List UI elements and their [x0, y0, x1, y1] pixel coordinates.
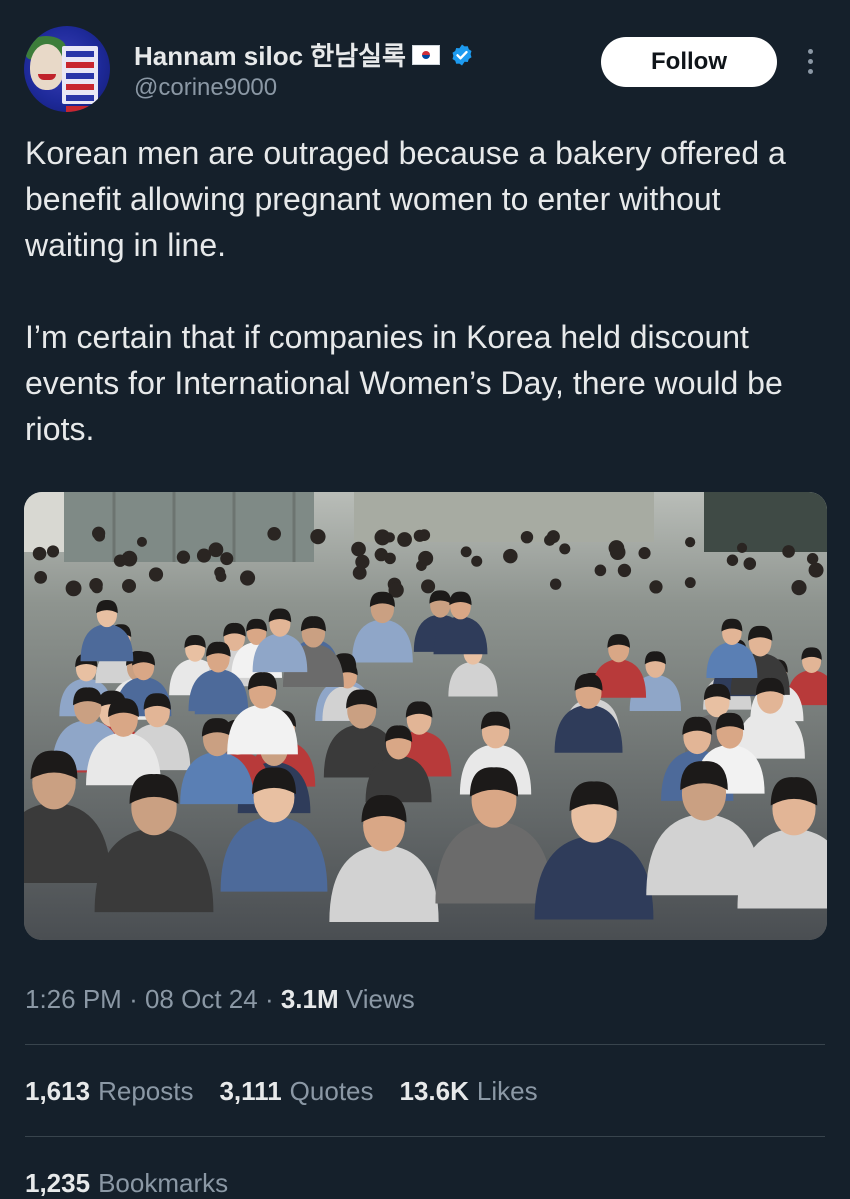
crowd-far-head [34, 571, 48, 584]
crowd-far-head [355, 554, 370, 569]
crowd-far-head [91, 581, 103, 594]
reposts-label: Reposts [98, 1076, 194, 1106]
crowd-far-head [32, 546, 47, 561]
crowd-far-head [726, 554, 739, 566]
more-vertical-icon[interactable] [800, 46, 820, 78]
crowd-far-head [413, 529, 426, 542]
views-count: 3.1M [280, 984, 339, 1014]
bookmarks-count: 1,235 [25, 1168, 91, 1198]
quotes-count: 3,111 [219, 1076, 282, 1106]
quotes-stat[interactable]: 3,111 Quotes [219, 1076, 373, 1107]
crowd-far-head [544, 534, 556, 546]
crowd-far-head [684, 577, 696, 589]
crowd-far-head [421, 579, 436, 594]
author-name-row[interactable]: Hannam siloc 한남실록 [134, 36, 474, 73]
bookmarks-stat[interactable]: 1,235 Bookmarks [25, 1168, 228, 1199]
crowd-far-head [220, 552, 234, 566]
meta-separator: · [264, 984, 274, 1014]
south-korea-flag-icon [411, 44, 440, 65]
tweet-paragraph-2: I’m certain that if companies in Korea h… [25, 319, 783, 447]
author-display-name[interactable]: Hannam siloc 한남실록 [134, 36, 406, 73]
crowd-far-head [176, 550, 191, 564]
crowd-far-head [743, 557, 757, 570]
crowd-far-head [240, 570, 256, 586]
crowd-far-head [93, 530, 106, 542]
crowd-far-head [736, 542, 748, 553]
crowd-far-head [122, 578, 137, 593]
crowd-far-head [215, 571, 227, 582]
likes-stat[interactable]: 13.6K Likes [400, 1076, 538, 1107]
avatar-face [30, 44, 64, 90]
crowd-far-head [520, 530, 534, 544]
crowd-far-head [310, 528, 326, 545]
crowd-far-head [609, 544, 626, 561]
avatar-sign [62, 46, 98, 112]
quotes-label: Quotes [289, 1076, 374, 1106]
tweet-photo[interactable] [24, 492, 827, 940]
tweet-date[interactable]: 08 Oct 24 [145, 984, 258, 1014]
crowd-far-head [374, 548, 388, 562]
crowd-far-head [808, 562, 824, 578]
crowd-far-head [136, 536, 147, 547]
divider [25, 1136, 825, 1137]
crowd-photo-illustration [24, 492, 827, 940]
likes-count: 13.6K [399, 1076, 469, 1106]
divider [25, 1044, 825, 1045]
crowd-far-head [46, 545, 60, 558]
author-handle[interactable]: @corine9000 [134, 74, 277, 102]
verified-badge-icon [450, 43, 474, 67]
crowd-far-head [374, 529, 391, 546]
crowd-far-head [208, 542, 224, 558]
crowd-far-head [148, 567, 164, 582]
tweet-time[interactable]: 1:26 PM [25, 984, 122, 1014]
reposts-count: 1,613 [25, 1076, 91, 1106]
crowd-far-head [594, 564, 607, 577]
crowd-far-head [685, 537, 696, 548]
likes-label: Likes [476, 1076, 538, 1106]
crowd-far-head [418, 550, 434, 566]
tweet-meta: 1:26 PM · 08 Oct 24 · 3.1M Views [25, 984, 415, 1015]
crowd-far-head [65, 580, 82, 597]
engagement-stats: 1,613 Reposts 3,111 Quotes 13.6K Likes [25, 1076, 538, 1107]
crowd-far-head [617, 563, 632, 578]
tweet-paragraph-1: Korean men are outraged because a bakery… [25, 135, 786, 263]
crowd-far-head [549, 578, 562, 590]
crowd-far-head [397, 532, 412, 547]
crowd-far-head [113, 554, 127, 567]
crowd-far-head [638, 547, 651, 560]
bookmarks-label: Bookmarks [98, 1168, 229, 1198]
views-label: Views [345, 984, 415, 1014]
crowd-far-head [791, 580, 807, 596]
crowd-far-head [351, 541, 366, 557]
crowd-far-head [649, 580, 663, 594]
follow-button[interactable]: Follow [601, 37, 777, 87]
crowd-far-head [267, 526, 281, 541]
author-avatar[interactable] [24, 26, 110, 112]
meta-separator: · [129, 984, 138, 1014]
crowd-far-head [559, 543, 571, 555]
crowd-far-head [471, 555, 483, 567]
crowd-far-head [503, 548, 518, 564]
crowd-far-head [460, 546, 472, 558]
tweet-text: Korean men are outraged because a bakery… [25, 130, 825, 452]
reposts-stat[interactable]: 1,613 Reposts [25, 1076, 193, 1107]
crowd-far-head [782, 545, 795, 558]
